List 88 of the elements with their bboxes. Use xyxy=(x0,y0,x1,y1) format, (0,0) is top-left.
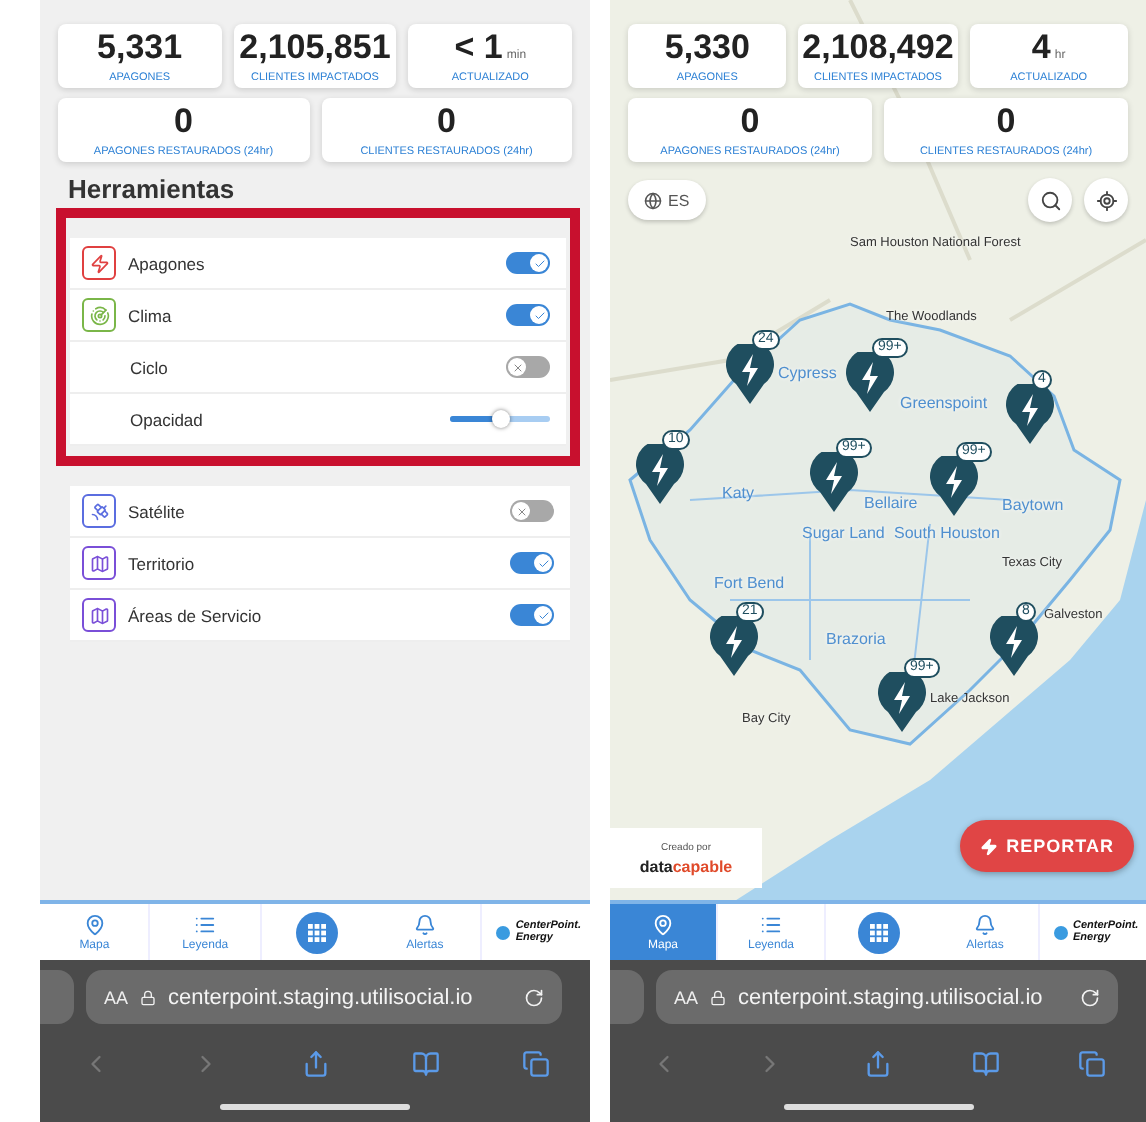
outage-pin-icon[interactable] xyxy=(710,616,758,676)
outage-pin-icon[interactable] xyxy=(726,344,774,404)
check-icon xyxy=(537,609,549,621)
book-icon[interactable] xyxy=(971,1050,1000,1078)
bolt-icon xyxy=(980,837,999,855)
stat-value: 0 xyxy=(740,102,760,142)
lock-icon xyxy=(710,989,727,1005)
tabs-icon[interactable] xyxy=(1078,1050,1107,1078)
lock-icon xyxy=(140,989,157,1005)
list-icon xyxy=(194,913,217,935)
toggle-switch[interactable] xyxy=(510,604,554,626)
opacity-slider[interactable] xyxy=(450,416,550,422)
list-icon xyxy=(760,913,782,935)
bell-icon xyxy=(974,913,996,935)
check-icon xyxy=(533,309,545,321)
toggle-switch[interactable] xyxy=(506,252,550,274)
stat-value: 2,105,851 xyxy=(239,28,391,68)
report-button[interactable]: REPORTAR xyxy=(960,820,1134,872)
map-label: Baytown xyxy=(1002,496,1064,514)
satellite-icon xyxy=(82,494,116,528)
outage-pin-icon[interactable] xyxy=(636,444,684,504)
map-icon xyxy=(82,546,116,580)
map-label: Greenspoint xyxy=(900,394,988,412)
language-button[interactable]: ES xyxy=(628,180,706,220)
check-icon xyxy=(537,557,549,569)
address-bar[interactable]: AA centerpoint.staging.utilisocial.io xyxy=(86,970,562,1024)
map-label: South Houston xyxy=(894,524,1000,542)
globe-icon xyxy=(644,191,662,209)
apps-button[interactable] xyxy=(858,911,900,953)
grid-icon xyxy=(870,923,888,941)
x-icon xyxy=(515,505,527,517)
map-label: Brazoria xyxy=(826,630,886,648)
map-label: Sugar Land xyxy=(802,524,885,542)
outage-pin-icon[interactable] xyxy=(930,456,978,516)
layer-label: Apagones xyxy=(128,253,207,273)
share-icon[interactable] xyxy=(863,1050,892,1078)
toggle-switch[interactable] xyxy=(506,356,550,378)
outage-pin-icon[interactable] xyxy=(810,452,858,512)
toggle-switch[interactable] xyxy=(510,500,554,522)
stat-value: 2,108,492 xyxy=(802,28,954,68)
toggle-switch[interactable] xyxy=(510,552,554,574)
logo-dot-icon xyxy=(1053,925,1067,939)
slider-thumb[interactable] xyxy=(492,410,510,428)
check-icon xyxy=(533,257,545,269)
section-heading: Herramientas xyxy=(68,174,237,204)
stat-value: 5,330 xyxy=(664,28,750,68)
map-label: Fort Bend xyxy=(714,574,785,592)
outage-pin-icon[interactable] xyxy=(1006,384,1054,444)
stat-value: 0 xyxy=(174,102,193,142)
address-bar[interactable]: AA centerpoint.staging.utilisocial.io xyxy=(656,970,1118,1024)
reload-icon[interactable] xyxy=(1080,987,1100,1007)
outage-pin-icon[interactable] xyxy=(878,672,926,732)
bell-icon xyxy=(413,913,436,935)
map-pin-icon xyxy=(83,913,106,935)
share-icon[interactable] xyxy=(301,1050,329,1078)
stat-value: 5,331 xyxy=(97,28,183,68)
layer-label: Áreas de Servicio xyxy=(128,605,264,625)
url-text: centerpoint.staging.utilisocial.io xyxy=(168,985,475,1009)
map-label: Katy xyxy=(722,484,755,502)
search-icon xyxy=(1039,189,1061,211)
text-size-button[interactable]: AA xyxy=(104,987,129,1007)
logo-dot-icon xyxy=(495,925,510,939)
outage-pin-icon[interactable] xyxy=(846,352,894,412)
map-icon xyxy=(82,598,116,632)
option-label: Opacidad xyxy=(130,409,205,429)
tabs-icon[interactable] xyxy=(521,1050,549,1078)
crosshair-icon xyxy=(1095,189,1117,211)
reload-icon[interactable] xyxy=(524,987,544,1007)
layer-label: Satélite xyxy=(128,501,187,521)
option-label: Ciclo xyxy=(130,357,170,377)
apps-button[interactable] xyxy=(295,911,338,953)
bolt-icon xyxy=(82,246,116,280)
datacapable-logo: datacapable xyxy=(639,857,733,875)
grid-icon xyxy=(307,923,326,941)
radar-icon xyxy=(82,298,116,332)
layer-label: Clima xyxy=(128,305,174,325)
layer-label: Territorio xyxy=(128,553,197,573)
x-icon xyxy=(511,361,523,373)
stat-value: 0 xyxy=(437,102,456,142)
book-icon[interactable] xyxy=(411,1050,439,1078)
toggle-switch[interactable] xyxy=(506,304,550,326)
map-label: Cypress xyxy=(778,364,837,382)
outage-pin-icon[interactable] xyxy=(990,616,1038,676)
stat-value: 0 xyxy=(996,102,1016,142)
map-label: Bellaire xyxy=(864,494,918,512)
map-pin-icon xyxy=(652,913,674,935)
url-text: centerpoint.staging.utilisocial.io xyxy=(738,985,1045,1009)
text-size-button[interactable]: AA xyxy=(674,987,699,1007)
